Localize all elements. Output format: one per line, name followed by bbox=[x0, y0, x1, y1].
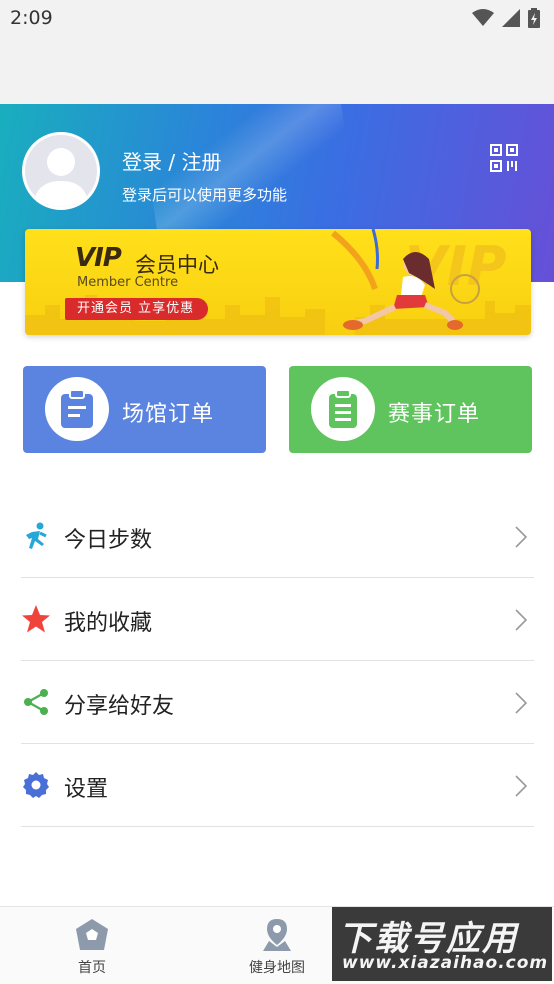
menu-label-favorites: 我的收藏 bbox=[64, 611, 153, 636]
qr-code-icon[interactable] bbox=[490, 144, 518, 172]
chevron-right-icon bbox=[515, 692, 528, 714]
venue-orders-label: 场馆订单 bbox=[122, 402, 215, 427]
menu-item-settings[interactable]: 设置 bbox=[21, 744, 534, 827]
menu-item-share[interactable]: 分享给好友 bbox=[21, 661, 534, 744]
venue-orders-button[interactable]: 场馆订单 bbox=[23, 366, 266, 453]
vip-member-card[interactable]: VIP VIP 会员中心 Member Centre 开通会员 立享优惠 bbox=[25, 229, 531, 335]
vip-promo-badge: 开通会员 立享优惠 bbox=[65, 298, 209, 320]
login-subtitle: 登录后可以使用更多功能 bbox=[122, 186, 288, 204]
running-icon bbox=[21, 521, 51, 551]
signal-icon bbox=[502, 9, 520, 27]
star-icon bbox=[21, 604, 51, 634]
menu-label-settings: 设置 bbox=[64, 777, 109, 802]
battery-icon bbox=[528, 8, 540, 28]
home-icon bbox=[76, 919, 108, 950]
menu-list: 今日步数 我的收藏 分享给好友 设置 bbox=[21, 495, 534, 827]
wifi-icon bbox=[472, 9, 494, 26]
menu-item-favorites[interactable]: 我的收藏 bbox=[21, 578, 534, 661]
clipboard-icon bbox=[45, 377, 109, 441]
nav-item-fitness-map[interactable]: 健身地图 bbox=[217, 907, 337, 984]
nav-label-home: 首页 bbox=[78, 960, 106, 976]
vip-subtitle: Member Centre bbox=[77, 275, 179, 290]
chevron-right-icon bbox=[515, 775, 528, 797]
status-time: 2:09 bbox=[10, 7, 53, 29]
map-pin-icon bbox=[263, 919, 291, 951]
menu-label-share: 分享给好友 bbox=[64, 694, 175, 719]
watermark-logo: 下载号应用 www.xiazaihao.com bbox=[332, 907, 552, 981]
user-icon bbox=[33, 148, 89, 207]
chevron-right-icon bbox=[515, 526, 528, 548]
list-clipboard-icon bbox=[311, 377, 375, 441]
menu-label-steps: 今日步数 bbox=[64, 528, 153, 553]
nav-label-fitness-map: 健身地图 bbox=[249, 960, 305, 976]
share-icon bbox=[21, 687, 51, 717]
girl-on-swing-illustration bbox=[331, 229, 480, 330]
watermark-url: www.xiazaihao.com bbox=[342, 953, 549, 973]
status-bar: 2:09 bbox=[0, 0, 554, 38]
nav-item-home[interactable]: 首页 bbox=[32, 907, 152, 984]
gear-icon bbox=[21, 770, 51, 800]
vip-logo: VIP bbox=[75, 243, 122, 273]
event-orders-label: 赛事订单 bbox=[388, 402, 481, 427]
menu-item-steps[interactable]: 今日步数 bbox=[21, 495, 534, 578]
title-area bbox=[0, 38, 554, 104]
avatar[interactable] bbox=[22, 132, 100, 210]
status-icons bbox=[472, 8, 540, 28]
event-orders-button[interactable]: 赛事订单 bbox=[289, 366, 532, 453]
login-register-link[interactable]: 登录 / 注册 bbox=[122, 146, 221, 175]
chevron-right-icon bbox=[515, 609, 528, 631]
